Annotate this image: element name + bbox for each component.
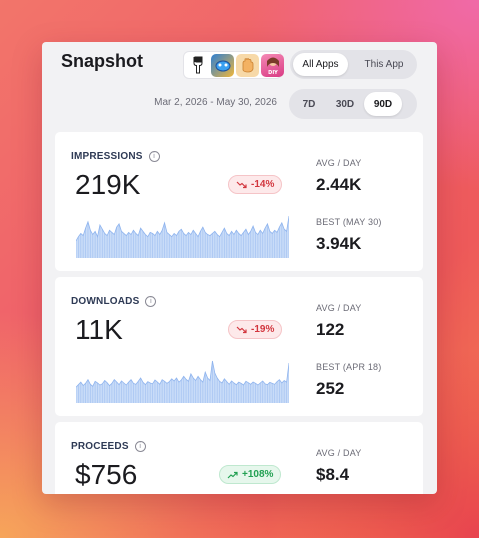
proceeds-label-row: PROCEEDS i	[71, 441, 146, 452]
info-icon[interactable]: i	[134, 441, 146, 452]
snapshot-panel: Snapshot DIY All Apps This App Mar 2, 20…	[42, 42, 437, 494]
downloads-sparkline	[76, 360, 289, 403]
date-range-label: Mar 2, 2026 - May 30, 2026	[154, 97, 277, 108]
proceeds-change: +108%	[242, 469, 274, 480]
range-7d[interactable]: 7D	[292, 92, 326, 116]
fork-app-icon[interactable]	[186, 53, 209, 77]
downloads-best-label: BEST (APR 18)	[316, 362, 382, 372]
downloads-change: -19%	[251, 324, 275, 335]
sparkline-area	[76, 216, 289, 258]
blue-game-app-icon[interactable]	[211, 53, 234, 77]
trend-down-icon	[236, 181, 247, 188]
range-90d[interactable]: 90D	[364, 92, 402, 116]
proceeds-change-badge: +108%	[219, 465, 282, 484]
sparkline-area	[76, 361, 289, 403]
info-icon[interactable]: i	[145, 296, 157, 307]
range-30d[interactable]: 30D	[326, 92, 364, 116]
proceeds-label: PROCEEDS	[71, 441, 129, 452]
downloads-avg-value: 122	[316, 320, 345, 339]
impressions-label-row: IMPRESSIONS i	[71, 151, 160, 162]
downloads-avg-label: AVG / DAY	[316, 303, 362, 313]
impressions-avg-label: AVG / DAY	[316, 158, 362, 168]
scope-all-apps[interactable]: All Apps	[293, 53, 348, 76]
proceeds-value: $756	[75, 459, 138, 490]
app-scope-toggle[interactable]: All Apps This App	[290, 50, 417, 79]
impressions-value: 219K	[75, 169, 141, 200]
app-icon-strip[interactable]: DIY	[183, 51, 284, 79]
downloads-value: 11K	[75, 314, 123, 345]
diy-app-icon[interactable]: DIY	[261, 53, 284, 77]
impressions-sparkline	[76, 215, 289, 258]
downloads-label-row: DOWNLOADS i	[71, 296, 157, 307]
range-toggle[interactable]: 7D 30D 90D	[289, 89, 417, 119]
svg-text:DIY: DIY	[268, 70, 278, 75]
hand-app-icon[interactable]	[236, 53, 259, 77]
impressions-best-label: BEST (MAY 30)	[316, 217, 382, 227]
impressions-label: IMPRESSIONS	[71, 151, 143, 162]
impressions-card[interactable]: IMPRESSIONS i 219K -14% AVG / DAY 2.44K …	[55, 132, 423, 271]
page-title: Snapshot	[61, 51, 144, 71]
info-icon[interactable]: i	[148, 151, 160, 162]
downloads-label: DOWNLOADS	[71, 296, 140, 307]
trend-up-icon	[227, 471, 238, 478]
proceeds-avg-label: AVG / DAY	[316, 448, 362, 458]
impressions-change: -14%	[251, 179, 275, 190]
scope-this-app[interactable]: This App	[354, 53, 414, 76]
downloads-change-badge: -19%	[228, 320, 283, 339]
impressions-change-badge: -14%	[228, 175, 283, 194]
trend-down-icon	[236, 326, 247, 333]
downloads-card[interactable]: DOWNLOADS i 11K -19% AVG / DAY 122 BEST …	[55, 277, 423, 416]
proceeds-card[interactable]: PROCEEDS i $756 +108% AVG / DAY $8.4	[55, 422, 423, 494]
impressions-avg-value: 2.44K	[316, 175, 362, 194]
proceeds-avg-value: $8.4	[316, 465, 350, 484]
downloads-best-value: 252	[316, 379, 345, 398]
impressions-best-value: 3.94K	[316, 234, 362, 253]
